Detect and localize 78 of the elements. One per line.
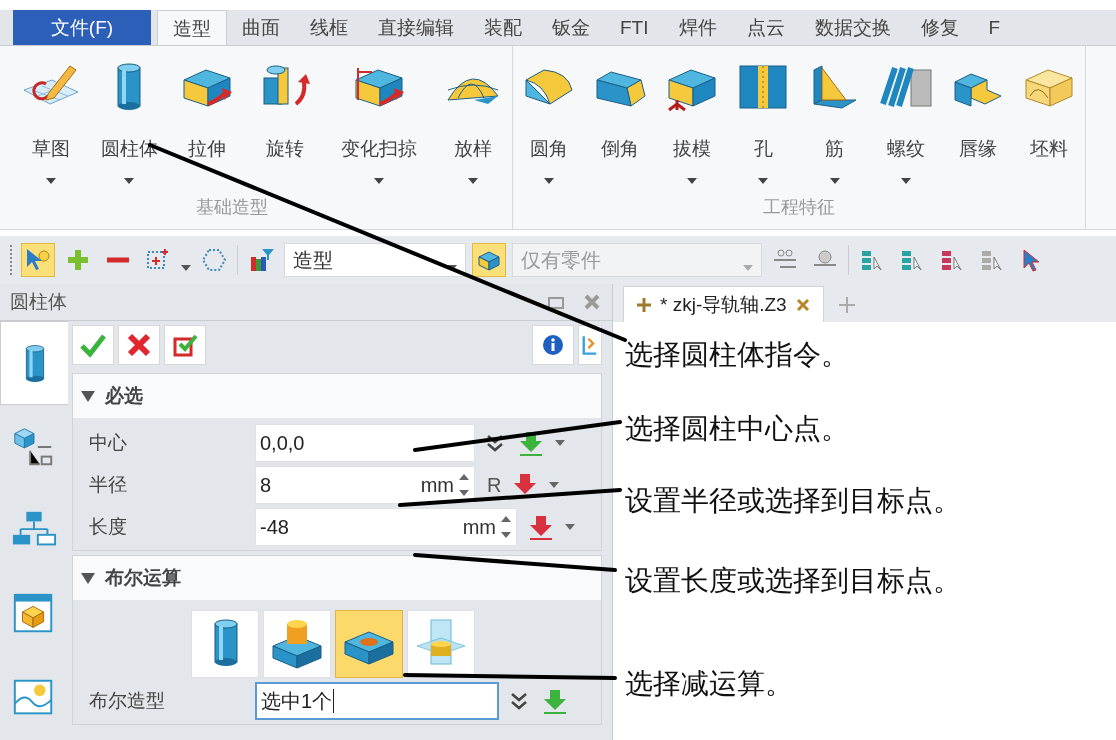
caret-icon[interactable] [181, 265, 191, 271]
annotation-text: 选择圆柱体指令。 [625, 338, 849, 372]
ribbon-tab[interactable]: 修复 [905, 10, 974, 45]
filter-icon[interactable] [248, 247, 274, 273]
ribbon-button[interactable]: 唇缘 [945, 60, 1010, 195]
info-button[interactable] [532, 325, 574, 365]
filter-dropdown[interactable]: 造型 [284, 243, 466, 277]
field-label: 长度 [89, 515, 128, 539]
group-title: 基础造型 [195, 196, 269, 219]
input-field[interactable]: 8 mm [255, 466, 475, 504]
document-tab[interactable]: * zkj-导轨轴.Z3 [623, 286, 824, 322]
pick-tool-button[interactable] [21, 243, 55, 277]
input-field[interactable]: 选中1个 [255, 682, 499, 720]
plus-icon [636, 296, 652, 313]
caret-icon [447, 265, 457, 271]
caret-icon[interactable] [555, 440, 565, 446]
caret-icon [901, 178, 912, 184]
ribbon-tab[interactable]: 造型 [157, 10, 227, 45]
caret-icon [743, 265, 753, 271]
part-filter-dropdown: 仅有零件 [512, 243, 762, 277]
caret-icon [46, 178, 56, 184]
boolean-option[interactable] [407, 610, 475, 678]
field-label: 布尔造型 [89, 689, 166, 713]
caret-icon[interactable] [549, 482, 560, 488]
caret-icon[interactable] [565, 524, 575, 530]
close-icon [125, 331, 153, 359]
ribbon-button[interactable]: 筋 [802, 60, 867, 195]
cursor-bulb-icon [25, 247, 51, 273]
close-icon[interactable] [794, 296, 811, 313]
field-label: 半径 [89, 473, 128, 497]
ribbon-tab[interactable]: F [973, 10, 1016, 45]
section-header[interactable]: 必选 [73, 374, 601, 418]
ribbon-tab[interactable]: 钣金 [537, 10, 605, 45]
more-button[interactable] [578, 325, 602, 365]
apply-button[interactable] [164, 325, 206, 365]
ribbon-button[interactable]: 圆角 [516, 60, 581, 195]
ribbon-button[interactable]: 旋转 [253, 60, 317, 195]
ok-button[interactable] [72, 325, 114, 365]
ribbon-tab[interactable]: 数据交换 [799, 10, 906, 45]
file-menu-tab[interactable]: 文件(F) [13, 10, 151, 45]
annotation-text: 选择减运算。 [625, 667, 793, 701]
ribbon-button[interactable]: 放样 [441, 60, 505, 195]
down-arrow-icon[interactable] [517, 429, 545, 457]
caret-icon [374, 178, 384, 184]
caret-icon [758, 178, 769, 184]
ribbon-tab[interactable]: 直接编辑 [363, 10, 469, 45]
ribbon-tab[interactable]: 线框 [295, 10, 363, 45]
ribbon-button[interactable]: 坯料 [1017, 60, 1082, 195]
ribbon-tab[interactable]: FTI [605, 10, 664, 45]
field-label: 中心 [89, 431, 128, 455]
section-header[interactable]: 布尔运算 [73, 556, 601, 600]
annotation-text: 选择圆柱中心点。 [625, 412, 849, 446]
input-field[interactable]: -48 mm [255, 508, 517, 546]
ribbon-tab[interactable]: 点云 [731, 10, 800, 45]
ribbon-button[interactable]: 倒角 [588, 60, 653, 195]
ribbon-tab[interactable]: 曲面 [227, 10, 295, 45]
caret-icon [124, 178, 134, 184]
ribbon-button[interactable]: 孔 [731, 60, 796, 195]
caret-icon [468, 178, 478, 184]
ribbon-button[interactable]: 拔模 [659, 60, 724, 195]
lasso-select-icon[interactable] [201, 247, 227, 273]
ribbon-button[interactable]: 螺纹 [874, 60, 939, 195]
ribbon-button[interactable]: 草图 [19, 60, 83, 195]
group-title: 工程特征 [762, 196, 836, 219]
ribbon-button[interactable]: 变化扫掠 [331, 60, 427, 195]
ribbon-button[interactable]: 拉伸 [175, 60, 239, 195]
input-field[interactable]: 0,0,0 [255, 424, 475, 462]
ribbon-tab[interactable]: 装配 [469, 10, 537, 45]
panel-title: 圆柱体 [10, 290, 68, 314]
caret-icon [829, 178, 840, 184]
cancel-button[interactable] [118, 325, 160, 365]
side-tab[interactable] [0, 321, 68, 405]
caret-icon [686, 178, 697, 184]
radius-option[interactable]: R [487, 473, 502, 497]
ribbon-tab[interactable]: 焊件 [663, 10, 732, 45]
annotation-text: 设置半径或选择到目标点。 [625, 484, 961, 518]
annotation-text: 设置长度或选择到目标点。 [625, 564, 961, 598]
caret-icon [543, 178, 554, 184]
